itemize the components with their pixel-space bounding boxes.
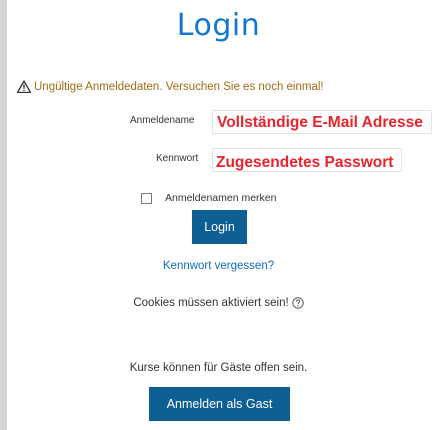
remember-row: Anmeldenamen merken — [141, 192, 276, 204]
error-message: Ungültige Anmeldedaten. Versuchen Sie es… — [17, 80, 324, 93]
warning-icon — [17, 80, 31, 93]
username-label: Anmeldename — [130, 115, 195, 126]
username-annotation: Vollständige E-Mail Adresse — [217, 114, 423, 131]
guest-login-button[interactable]: Anmelden als Gast — [149, 387, 290, 421]
remember-checkbox[interactable] — [141, 192, 152, 204]
error-text: Ungültige Anmeldedaten. Versuchen Sie es… — [34, 80, 324, 93]
remember-label: Anmeldenamen merken — [165, 192, 277, 204]
help-icon[interactable] — [291, 297, 304, 309]
password-label: Kennwort — [156, 153, 199, 164]
cookies-notice: Cookies müssen aktiviert sein! — [0, 297, 437, 309]
login-button[interactable]: Login — [192, 210, 247, 244]
forgot-password-link[interactable]: Kennwort vergessen? — [0, 260, 437, 272]
guest-info-text: Kurse können für Gäste offen sein. — [129, 362, 308, 374]
password-annotation: Zugesendetes Passwort — [216, 154, 394, 171]
page-title: Login — [176, 8, 261, 43]
cookies-text: Cookies müssen aktiviert sein! — [133, 297, 289, 309]
